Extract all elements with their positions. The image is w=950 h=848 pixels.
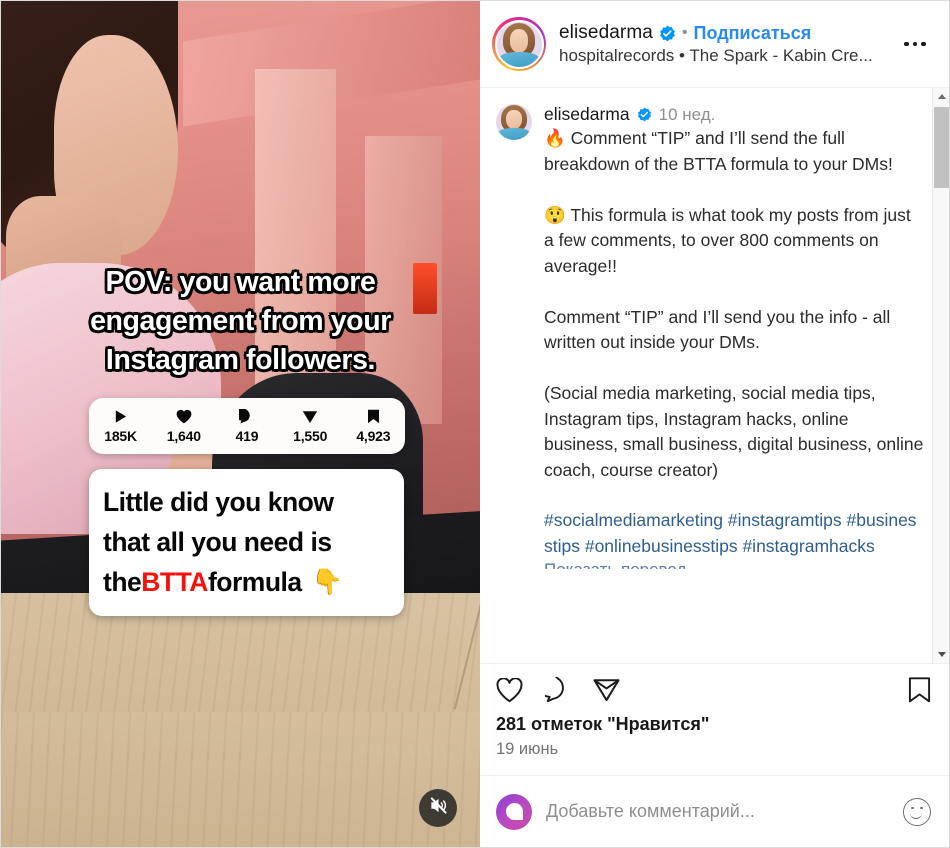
pointing-down-icon: 👇 bbox=[311, 568, 343, 596]
header-username[interactable]: elisedarma bbox=[559, 22, 653, 44]
box-line3-pre: the bbox=[103, 567, 142, 597]
post-actions: 281 отметок "Нравится" 19 июнь bbox=[480, 663, 949, 775]
wooden-floor-lower bbox=[1, 711, 480, 847]
caption-username[interactable]: elisedarma bbox=[544, 104, 630, 125]
scroll-up-arrow-icon[interactable] bbox=[933, 88, 949, 105]
stat-value: 419 bbox=[235, 427, 259, 444]
post-header: elisedarma • Подписаться hospitalrecords… bbox=[480, 1, 949, 88]
box-line-1: Little did you know bbox=[103, 487, 334, 517]
stat-value: 1,640 bbox=[166, 427, 201, 444]
audio-attribution[interactable]: hospitalrecords • The Spark - Kabin Cre.… bbox=[559, 46, 895, 66]
scrollbar-thumb[interactable] bbox=[934, 107, 949, 188]
box-line-3: the BTTA formula 👇 bbox=[103, 562, 390, 602]
caption-timestamp: 10 нед. bbox=[658, 104, 716, 124]
bookmark-filled-icon bbox=[367, 409, 380, 425]
stat-value: 4,923 bbox=[356, 427, 391, 444]
bookmark-icon[interactable] bbox=[908, 677, 931, 703]
likes-count[interactable]: 281 отметок "Нравится" bbox=[496, 714, 931, 735]
translate-link[interactable]: Показать перевод bbox=[544, 560, 925, 569]
overlay-line-1: POV: you want more bbox=[105, 266, 376, 298]
follow-button[interactable]: Подписаться bbox=[694, 23, 812, 44]
play-icon bbox=[113, 409, 128, 425]
stat-plays: 185K bbox=[89, 409, 152, 444]
comment-input[interactable] bbox=[546, 801, 889, 822]
avatar-shirt bbox=[499, 52, 539, 67]
verified-badge-icon bbox=[637, 107, 652, 122]
caption-scrollbar[interactable] bbox=[932, 88, 949, 663]
profile-avatar[interactable] bbox=[492, 17, 546, 71]
video-caption-box: Little did you know that all you need is… bbox=[89, 469, 404, 616]
box-line-2: that all you need is bbox=[103, 527, 332, 557]
more-options-icon[interactable] bbox=[895, 29, 935, 59]
video-overlay-text: POV: you want more engagement from your … bbox=[1, 263, 480, 380]
post-date: 19 июнь bbox=[496, 740, 559, 758]
stat-saves: 4,923 bbox=[342, 409, 405, 444]
share-filled-icon bbox=[302, 409, 318, 425]
comment-input-bar bbox=[480, 775, 949, 847]
caption-hashtags[interactable]: #socialmediamarketing #instagramtips #bu… bbox=[544, 508, 925, 559]
video-stats-bar: 185K 1,640 419 1,550 4,923 bbox=[89, 398, 405, 454]
share-paper-plane-icon[interactable] bbox=[593, 678, 620, 702]
user-avatar-icon[interactable] bbox=[496, 793, 532, 830]
avatar-image bbox=[494, 19, 544, 69]
header-text-block: elisedarma • Подписаться hospitalrecords… bbox=[559, 22, 895, 66]
avatar-shirt bbox=[498, 128, 530, 140]
stat-comments: 419 bbox=[215, 409, 278, 444]
heart-icon[interactable] bbox=[496, 677, 523, 703]
verified-badge-icon bbox=[659, 25, 676, 42]
box-line3-post: formula bbox=[207, 567, 302, 597]
btta-highlight: BTTA bbox=[141, 567, 208, 597]
caption-text: 🔥 Comment “TIP” and I’ll send the full b… bbox=[544, 128, 924, 480]
stat-value: 1,550 bbox=[293, 427, 328, 444]
action-icon-row bbox=[496, 677, 931, 703]
caption-body: elisedarma 10 нед. 🔥 Comment “TIP” and I… bbox=[544, 104, 925, 569]
caption-block: elisedarma 10 нед. 🔥 Comment “TIP” and I… bbox=[496, 104, 925, 569]
avatar-face bbox=[509, 29, 529, 53]
caption-scroll-area[interactable]: elisedarma 10 нед. 🔥 Comment “TIP” and I… bbox=[480, 88, 949, 663]
stat-value: 185K bbox=[104, 427, 137, 444]
scroll-down-arrow-icon[interactable] bbox=[933, 646, 949, 663]
avatar-face bbox=[506, 110, 522, 129]
muted-speaker-icon bbox=[429, 796, 448, 820]
post-details-panel: elisedarma • Подписаться hospitalrecords… bbox=[480, 1, 949, 847]
stat-likes: 1,640 bbox=[152, 409, 215, 444]
overlay-line-3: Instagram followers. bbox=[105, 344, 376, 376]
stat-shares: 1,550 bbox=[279, 409, 342, 444]
video-player[interactable]: POV: you want more engagement from your … bbox=[1, 1, 480, 847]
emoji-smiley-icon[interactable] bbox=[903, 797, 931, 826]
comment-bubble-icon[interactable] bbox=[545, 677, 571, 703]
instagram-post: POV: you want more engagement from your … bbox=[0, 0, 950, 848]
overlay-line-2: engagement from your bbox=[90, 305, 391, 337]
header-separator: • bbox=[681, 24, 688, 41]
header-username-row: elisedarma • Подписаться bbox=[559, 22, 895, 44]
mute-toggle-button[interactable] bbox=[419, 789, 457, 827]
caption-header: elisedarma 10 нед. bbox=[544, 104, 925, 125]
heart-filled-icon bbox=[176, 409, 192, 425]
comment-filled-icon bbox=[239, 409, 254, 425]
caption-avatar[interactable] bbox=[496, 104, 532, 140]
